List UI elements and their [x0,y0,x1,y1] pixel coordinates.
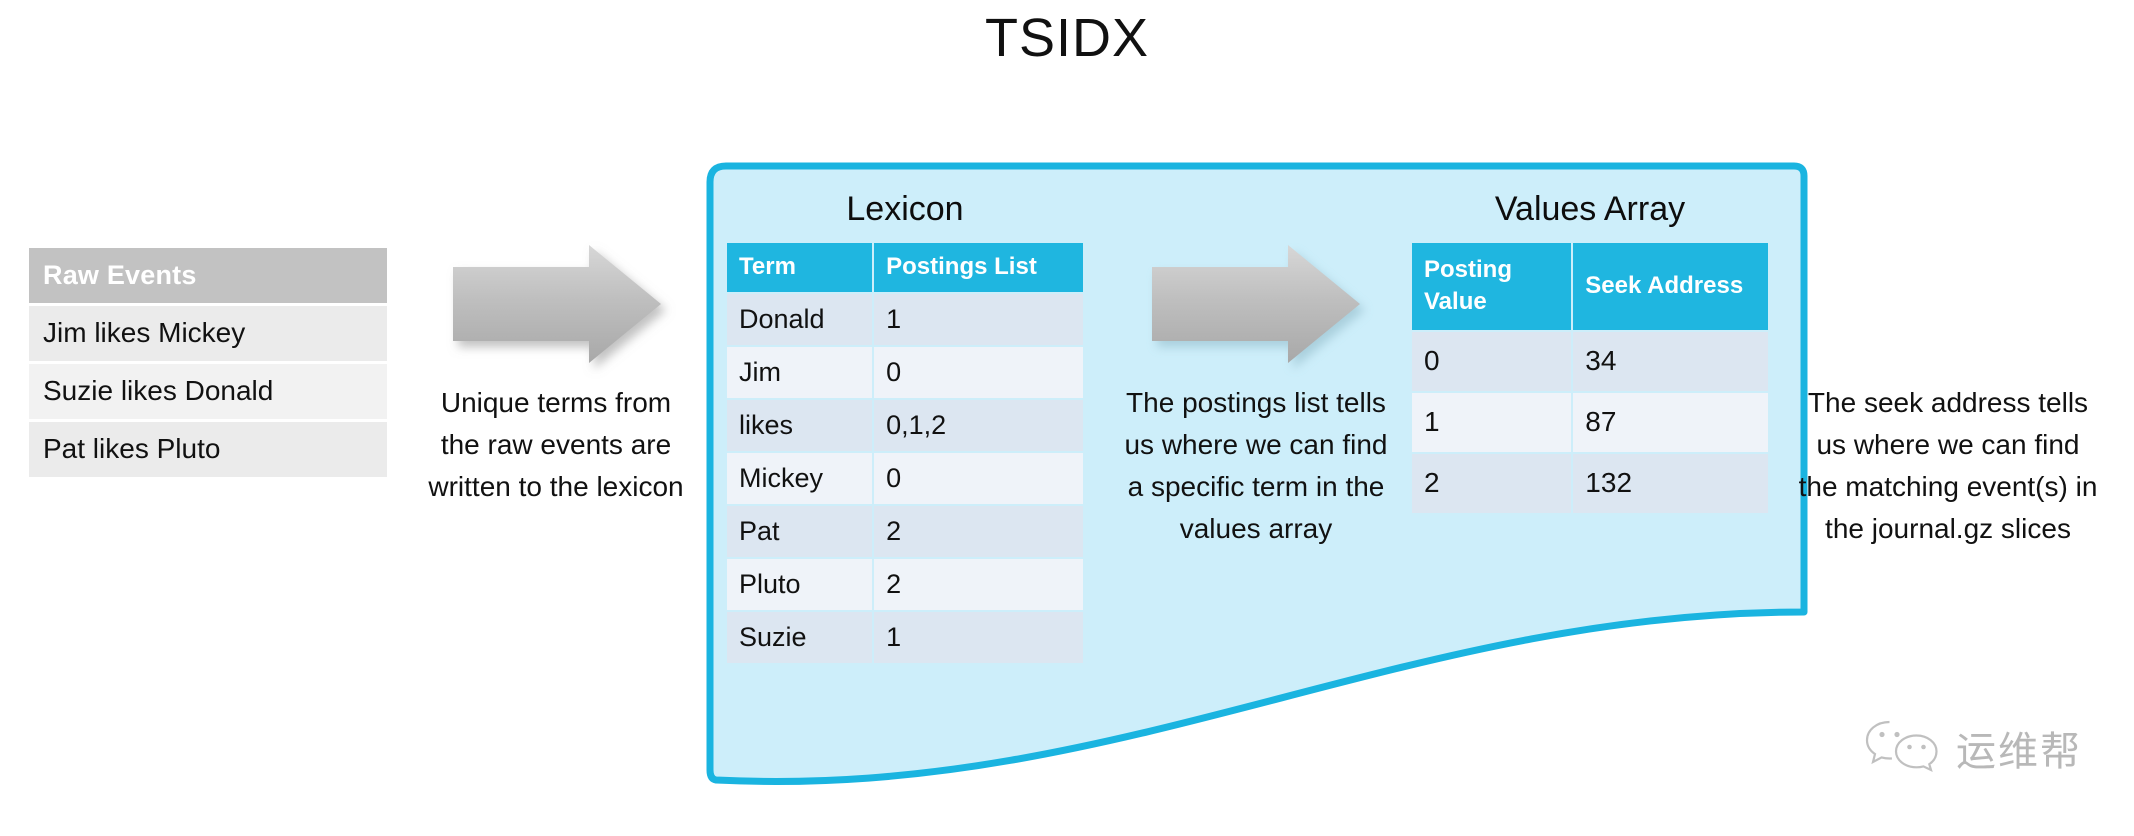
lexicon-title: Lexicon [846,190,964,228]
cell-seek-address: 34 [1573,332,1768,391]
cell-seek-address: 87 [1573,393,1768,452]
column-header-term: Term [727,243,873,292]
watermark: 运维帮 [1864,718,2082,785]
caption-seek-address: The seek address tells us where we can f… [1798,387,2098,544]
column-header-seek-address: Seek Address [1573,243,1768,330]
cell-posting-value: 2 [1412,454,1572,513]
table-row: 1 87 [1412,393,1768,452]
cell-postings: 2 [874,559,1083,610]
table-row: 0 34 [1412,332,1768,391]
lexicon-panel: Lexicon Term Postings List Donald 1 Jim … [725,188,1085,665]
values-array-table: Posting Value Seek Address 0 34 1 87 2 1… [1410,241,1770,515]
cell-postings: 0 [874,453,1083,504]
table-header-row: Term Postings List [727,243,1083,292]
table-row: likes 0,1,2 [727,400,1083,451]
right-arrow-icon [1148,245,1364,363]
cell-postings: 2 [874,506,1083,557]
caption-lexicon: Unique terms from the raw events are wri… [428,387,684,502]
cell-postings: 1 [874,294,1083,345]
raw-events-header: Raw Events [29,248,387,303]
column-header-posting-value: Posting Value [1412,243,1572,330]
table-row: 2 132 [1412,454,1768,513]
cell-term: Suzie [727,612,873,663]
cell-term: Pluto [727,559,873,610]
table-row: Jim 0 [727,347,1083,398]
table-row: Suzie 1 [727,612,1083,663]
cell-term: likes [727,400,873,451]
column-header-postings-list: Postings List [874,243,1083,292]
values-array-panel: Values Array Posting Value Seek Address … [1410,188,1770,515]
cell-posting-value: 0 [1412,332,1572,391]
raw-events-row: Pat likes Pluto [29,422,387,477]
cell-term: Pat [727,506,873,557]
raw-events-table: Raw Events Jim likes Mickey Suzie likes … [29,248,387,477]
table-header-row: Posting Value Seek Address [1412,243,1768,330]
values-array-title: Values Array [1494,190,1686,228]
watermark-text: 运维帮 [1956,728,2082,775]
cell-term: Donald [727,294,873,345]
cell-term: Jim [727,347,873,398]
table-row: Pat 2 [727,506,1083,557]
cell-postings: 0,1,2 [874,400,1083,451]
raw-events-row: Jim likes Mickey [29,306,387,361]
raw-events-row: Suzie likes Donald [29,364,387,419]
table-row: Mickey 0 [727,453,1083,504]
wechat-icon [1864,718,1942,785]
caption-postings-list: The postings list tells us where we can … [1124,387,1388,544]
table-row: Donald 1 [727,294,1083,345]
cell-postings: 1 [874,612,1083,663]
cell-posting-value: 1 [1412,393,1572,452]
page-title: TSIDX [984,8,1150,68]
cell-postings: 0 [874,347,1083,398]
cell-seek-address: 132 [1573,454,1768,513]
right-arrow-icon [449,245,665,363]
table-row: Pluto 2 [727,559,1083,610]
cell-term: Mickey [727,453,873,504]
lexicon-table: Term Postings List Donald 1 Jim 0 likes … [725,241,1085,665]
